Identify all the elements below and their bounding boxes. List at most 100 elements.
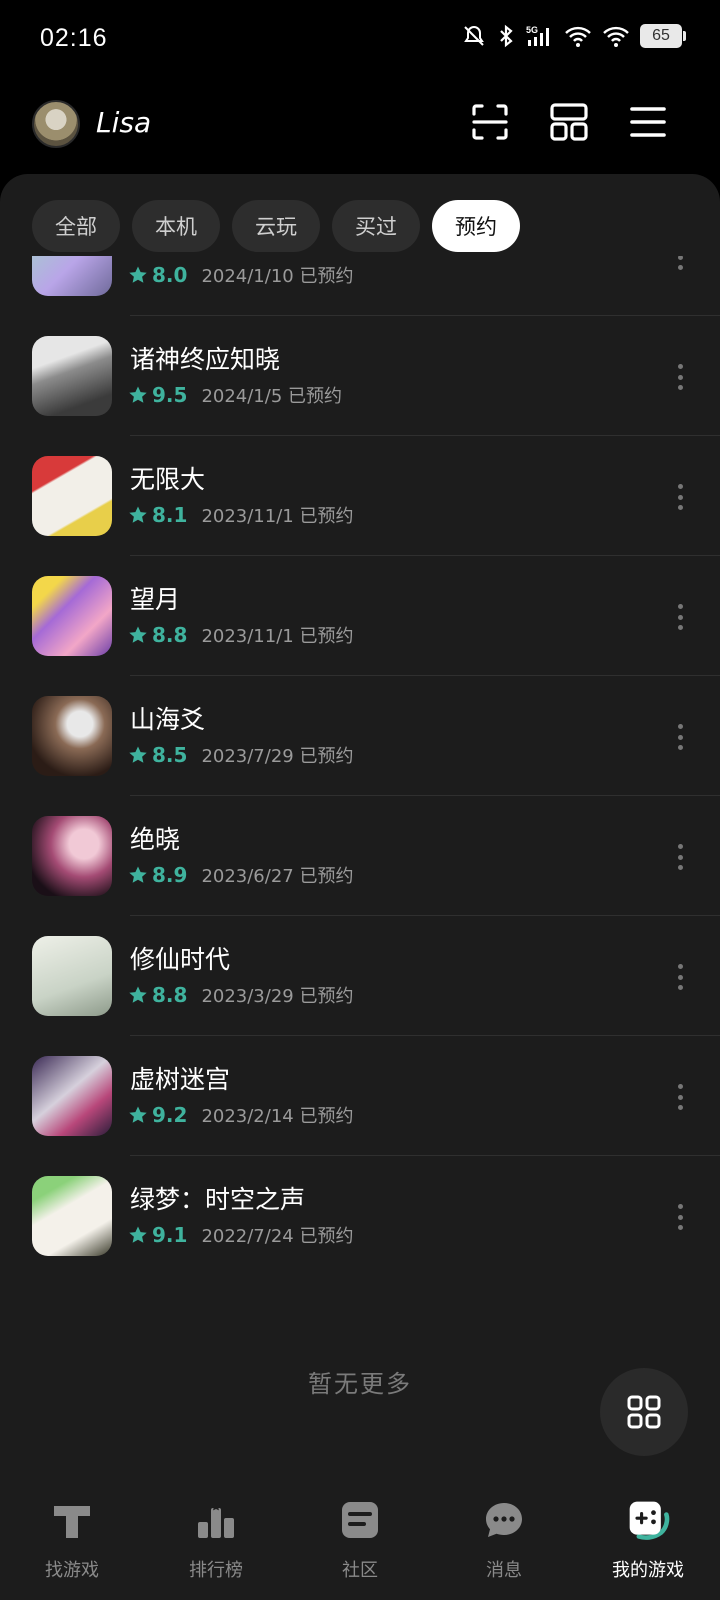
game-title[interactable]: 绿梦：时空之声	[130, 1180, 305, 1216]
tab-purchased[interactable]: 买过	[332, 200, 420, 252]
list-item[interactable]: 绿梦：时空之声 9.1 2022/7/24 已预约	[0, 1156, 720, 1276]
filter-tabs: 全部 本机 云玩 买过 预约	[32, 200, 520, 252]
find-games-icon	[50, 1498, 94, 1542]
game-title[interactable]: 无限大	[130, 460, 205, 496]
bluetooth-icon	[500, 24, 513, 48]
game-thumbnail[interactable]	[32, 576, 112, 656]
tab-all[interactable]: 全部	[32, 200, 120, 252]
layout-icon[interactable]	[547, 100, 591, 144]
list-item[interactable]: 8.0 2024/1/10 已预约	[0, 256, 720, 316]
game-title[interactable]: 修仙时代	[130, 940, 230, 976]
list-item[interactable]: 无限大 8.1 2023/11/1 已预约	[0, 436, 720, 556]
reserve-date: 2023/2/14 已预约	[201, 1106, 354, 1127]
grid-view-button[interactable]	[600, 1368, 688, 1456]
game-title[interactable]: 绝晓	[130, 820, 180, 856]
game-thumbnail[interactable]	[32, 1056, 112, 1136]
game-thumbnail[interactable]	[32, 696, 112, 776]
game-thumbnail[interactable]	[32, 816, 112, 896]
nav-messages[interactable]: 消息	[432, 1474, 576, 1600]
star-icon	[129, 1226, 147, 1243]
nav-label: 找游戏	[45, 1560, 99, 1581]
svg-text:5G: 5G	[526, 25, 538, 35]
game-thumbnail[interactable]	[32, 256, 112, 296]
list-item[interactable]: 虚树迷宫 9.2 2023/2/14 已预约	[0, 1036, 720, 1156]
game-meta: 8.8 2023/3/29 已预约	[128, 982, 353, 1008]
star-icon	[129, 986, 147, 1003]
more-options-icon[interactable]	[676, 1084, 684, 1110]
game-score: 8.1	[152, 503, 188, 527]
gamepad-icon	[626, 1498, 670, 1542]
cellular-5g-icon: 5G	[526, 25, 549, 46]
grid-icon	[627, 1395, 661, 1429]
scan-icon[interactable]	[468, 100, 512, 144]
username[interactable]: Lisa	[96, 106, 151, 139]
star-icon	[129, 266, 147, 283]
game-title[interactable]: 望月	[130, 580, 180, 616]
reserve-date: 2023/7/29 已预约	[201, 746, 354, 767]
status-time: 02:16	[40, 24, 108, 52]
game-score: 8.5	[152, 743, 188, 767]
status-icons: 5G 65	[462, 24, 686, 48]
menu-icon[interactable]	[626, 100, 670, 144]
more-options-icon[interactable]	[676, 1204, 684, 1230]
game-score: 9.5	[152, 383, 188, 407]
more-options-icon[interactable]	[676, 724, 684, 750]
battery-icon: 65	[640, 24, 686, 48]
game-score: 8.8	[152, 983, 188, 1007]
game-title[interactable]: 诸神终应知晓	[130, 340, 280, 376]
star-icon	[129, 626, 147, 643]
tab-reserved[interactable]: 预约	[432, 200, 520, 252]
game-meta: 8.1 2023/11/1 已预约	[128, 502, 353, 528]
reserve-date: 2023/11/1 已预约	[201, 506, 354, 527]
nav-find-games[interactable]: 找游戏	[0, 1474, 144, 1600]
star-icon	[129, 506, 147, 523]
list-item[interactable]: 诸神终应知晓 9.5 2024/1/5 已预约	[0, 316, 720, 436]
more-options-icon[interactable]	[676, 964, 684, 990]
list-item[interactable]: 山海爻 8.5 2023/7/29 已预约	[0, 676, 720, 796]
nav-label: 社区	[342, 1560, 378, 1581]
star-icon	[129, 386, 147, 403]
game-meta: 9.5 2024/1/5 已预约	[128, 382, 342, 408]
more-options-icon[interactable]	[676, 604, 684, 630]
list-item[interactable]: 修仙时代 8.8 2023/3/29 已预约	[0, 916, 720, 1036]
chat-bubble-icon	[482, 1498, 526, 1542]
reserve-date: 2023/6/27 已预约	[201, 866, 354, 887]
game-title[interactable]: 山海爻	[130, 700, 205, 736]
more-options-icon[interactable]	[676, 256, 684, 270]
game-title[interactable]: 虚树迷宫	[130, 1060, 230, 1096]
star-icon	[129, 866, 147, 883]
mute-bell-icon	[464, 25, 484, 46]
app-header: Lisa	[0, 90, 720, 160]
game-thumbnail[interactable]	[32, 456, 112, 536]
game-meta: 9.1 2022/7/24 已预约	[128, 1222, 353, 1248]
game-score: 8.0	[152, 263, 188, 287]
nav-ranking[interactable]: 排行榜	[144, 1474, 288, 1600]
game-list[interactable]: 8.0 2024/1/10 已预约 诸神终应知晓 9.5 2024/1/5 已预…	[0, 256, 720, 1316]
avatar[interactable]	[32, 100, 80, 148]
nav-community[interactable]: 社区	[288, 1474, 432, 1600]
game-thumbnail[interactable]	[32, 1176, 112, 1256]
tab-local[interactable]: 本机	[132, 200, 220, 252]
more-options-icon[interactable]	[676, 844, 684, 870]
nav-my-games[interactable]: 我的游戏	[576, 1474, 720, 1600]
star-icon	[129, 746, 147, 763]
game-meta: 8.5 2023/7/29 已预约	[128, 742, 353, 768]
nav-label: 消息	[486, 1560, 522, 1581]
game-thumbnail[interactable]	[32, 936, 112, 1016]
ranking-icon	[194, 1498, 238, 1542]
game-meta: 9.2 2023/2/14 已预约	[128, 1102, 353, 1128]
game-meta: 8.0 2024/1/10 已预约	[128, 262, 353, 288]
game-score: 9.2	[152, 1103, 188, 1127]
reserve-date: 2022/7/24 已预约	[201, 1226, 354, 1247]
wifi-icon	[565, 26, 591, 47]
community-icon	[338, 1498, 382, 1542]
tab-cloud[interactable]: 云玩	[232, 200, 320, 252]
game-meta: 8.9 2023/6/27 已预约	[128, 862, 353, 888]
game-thumbnail[interactable]	[32, 336, 112, 416]
more-options-icon[interactable]	[676, 364, 684, 390]
nav-label: 排行榜	[189, 1560, 243, 1581]
list-item[interactable]: 望月 8.8 2023/11/1 已预约	[0, 556, 720, 676]
more-options-icon[interactable]	[676, 484, 684, 510]
game-score: 9.1	[152, 1223, 188, 1247]
list-item[interactable]: 绝晓 8.9 2023/6/27 已预约	[0, 796, 720, 916]
